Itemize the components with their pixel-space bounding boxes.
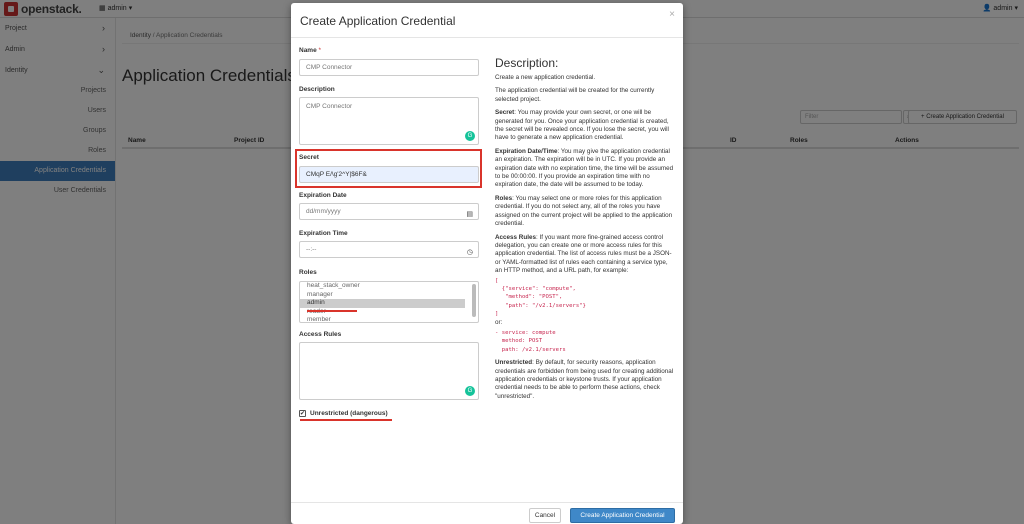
help-roles-heading: Roles <box>495 194 513 202</box>
secret-field[interactable]: CMqP E/\g'2^Y|$6F& <box>299 166 479 183</box>
help-unrestricted: Unrestricted: By default, for security r… <box>495 359 675 401</box>
access-rules-label: Access Rules <box>299 331 342 338</box>
roles-scrollbar[interactable] <box>472 284 476 317</box>
help-secret: Secret: You may provide your own secret,… <box>495 109 675 143</box>
help-title: Description: <box>495 56 559 70</box>
help-roles: Roles: You may select one or more roles … <box>495 195 675 229</box>
modal-title: Create Application Credential <box>300 14 456 28</box>
grammarly-icon[interactable]: G <box>465 386 475 396</box>
clock-icon[interactable]: ◷ <box>467 245 473 260</box>
grammarly-icon[interactable]: G <box>465 131 475 141</box>
help-roles-text: : You may select one or more roles for t… <box>495 194 673 228</box>
unrestricted-underline <box>300 419 392 421</box>
secret-label: Secret <box>299 154 319 161</box>
json-example: [ {"service": "compute", "method": "POST… <box>495 277 586 318</box>
expiration-date-field[interactable]: dd/mm/yyyy ▤ <box>299 203 479 220</box>
help-expiration-heading: Expiration Date/Time <box>495 147 558 155</box>
expiration-date-label: Expiration Date <box>299 192 347 199</box>
help-project-note: The application credential will be creat… <box>495 87 655 103</box>
role-option-selected[interactable]: admin <box>300 299 465 308</box>
help-panel: Description: Create a new application cr… <box>495 56 675 406</box>
role-option[interactable]: member <box>300 316 465 322</box>
roles-multiselect[interactable]: heat_stack_owner manager admin reader me… <box>299 281 479 323</box>
description-field[interactable]: CMP Connector G <box>299 97 479 145</box>
close-icon[interactable]: × <box>669 9 675 20</box>
expiration-time-label: Expiration Time <box>299 230 348 237</box>
help-secret-heading: Secret <box>495 109 515 117</box>
description-label: Description <box>299 86 335 93</box>
calendar-icon[interactable]: ▤ <box>466 207 473 222</box>
expiration-time-field[interactable]: --:-- ◷ <box>299 241 479 258</box>
help-or: or: <box>495 318 503 326</box>
modal-footer: Cancel Create Application Credential <box>291 502 683 524</box>
help-unrestricted-heading: Unrestricted <box>495 359 533 367</box>
help-access-rules: Access Rules: If you want more fine-grai… <box>495 234 675 276</box>
expiration-time-placeholder: --:-- <box>306 246 317 253</box>
unrestricted-checkbox-row[interactable]: ✔ Unrestricted (dangerous) <box>299 410 388 417</box>
admin-role-underline <box>307 310 357 312</box>
modal-header: Create Application Credential × <box>291 3 683 38</box>
cancel-button[interactable]: Cancel <box>529 508 561 523</box>
create-application-credential-modal: Create Application Credential × Name * C… <box>291 3 683 524</box>
name-field[interactable]: CMP Connector <box>299 59 479 76</box>
required-marker: * <box>318 47 322 54</box>
unrestricted-checkbox[interactable]: ✔ <box>299 410 306 417</box>
unrestricted-label[interactable]: Unrestricted (dangerous) <box>310 410 388 417</box>
name-label-text: Name <box>299 47 317 54</box>
expiration-date-placeholder: dd/mm/yyyy <box>306 208 341 215</box>
help-secret-text: : You may provide your own secret, or on… <box>495 109 669 142</box>
access-rules-field[interactable]: G <box>299 342 479 400</box>
role-option[interactable]: heat_stack_owner <box>300 282 465 291</box>
name-label: Name * <box>299 47 321 54</box>
help-expiration: Expiration Date/Time: You may give the a… <box>495 148 675 190</box>
yaml-example: - service: compute method: POST path: /v… <box>495 329 566 353</box>
role-option[interactable]: manager <box>300 291 465 300</box>
description-value: CMP Connector <box>306 103 353 110</box>
roles-label: Roles <box>299 269 317 276</box>
help-access-heading: Access Rules <box>495 233 536 241</box>
create-application-credential-submit-button[interactable]: Create Application Credential <box>570 508 675 523</box>
help-intro: Create a new application credential. <box>495 74 596 81</box>
